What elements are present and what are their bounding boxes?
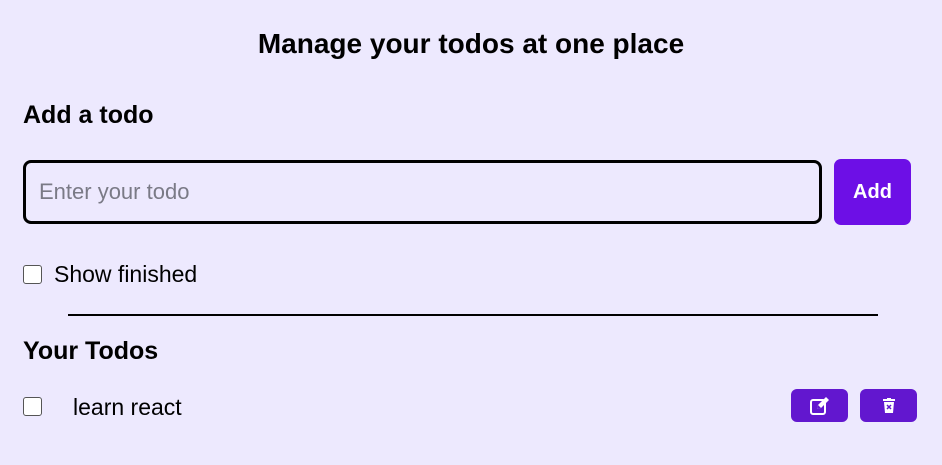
your-todos-heading: Your Todos <box>23 337 159 365</box>
show-finished-label: Show finished <box>54 261 198 287</box>
page-title: Manage your todos at one place <box>257 28 685 59</box>
show-finished-toggle[interactable]: Show finished <box>23 259 197 289</box>
delete-todo-button[interactable] <box>860 389 917 422</box>
edit-todo-button[interactable] <box>791 389 848 422</box>
todo-text: learn react <box>73 394 182 420</box>
todo-item: learn react <box>23 389 918 423</box>
trash-icon <box>882 398 895 413</box>
divider <box>68 314 878 316</box>
todo-app: Manage your todos at one place Add a tod… <box>0 0 942 465</box>
add-todo-heading: Add a todo <box>23 101 154 129</box>
show-finished-checkbox[interactable] <box>23 264 42 284</box>
todo-input[interactable] <box>23 160 822 224</box>
add-button[interactable]: Add <box>834 159 911 225</box>
todo-complete-checkbox[interactable] <box>23 397 42 416</box>
edit-icon <box>809 396 831 416</box>
